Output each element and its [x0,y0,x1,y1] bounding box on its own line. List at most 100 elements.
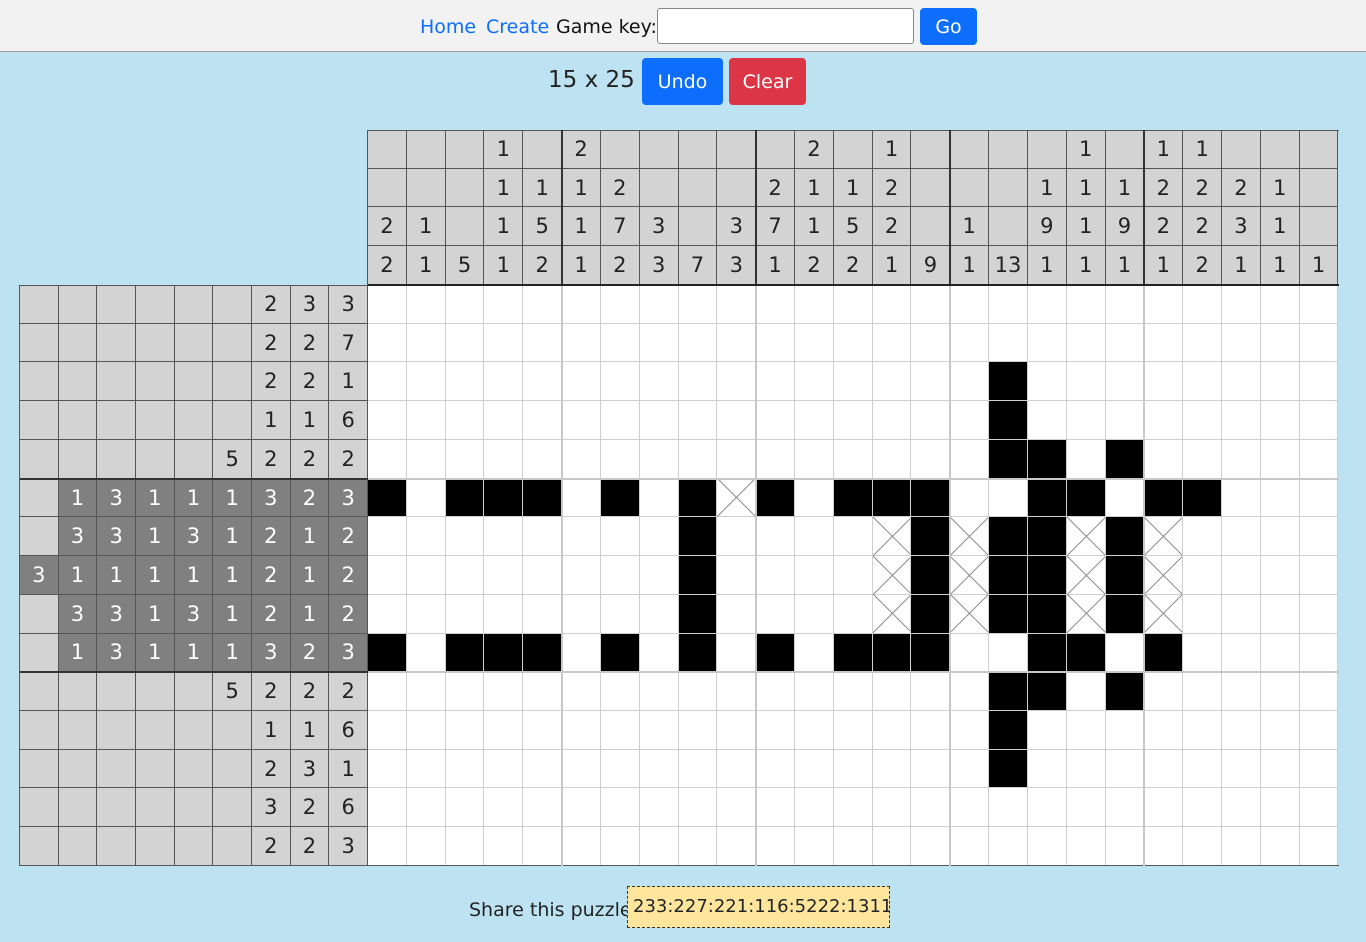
grid-cell-filled[interactable] [989,594,1028,634]
grid-cell-filled[interactable] [833,478,873,518]
row-hint-cell[interactable]: 3 [252,478,291,518]
grid-cell[interactable] [717,827,757,866]
row-hint-cell[interactable] [136,749,175,789]
column-hint-cell[interactable]: 2 [368,207,407,247]
grid-cell[interactable] [1260,323,1300,363]
grid-cell[interactable] [795,517,834,557]
row-hint-cell[interactable] [97,285,136,324]
grid-cell[interactable] [717,556,757,595]
grid-cell[interactable] [1066,788,1106,828]
grid-cell[interactable] [1144,711,1184,750]
column-hint-cell[interactable] [911,168,951,208]
grid-cell[interactable] [406,285,446,324]
grid-cell[interactable] [1260,362,1300,402]
grid-cell-filled[interactable] [523,478,563,518]
grid-cell[interactable] [368,401,407,440]
grid-cell-filled[interactable] [678,633,718,673]
column-hint-cell[interactable]: 1 [1027,168,1067,208]
column-hint-cell[interactable]: 2 [872,207,912,247]
grid-cell[interactable] [1183,323,1223,363]
grid-cell[interactable] [872,711,912,750]
row-hint-cell[interactable]: 1 [174,556,214,595]
grid-cell[interactable] [872,827,912,866]
column-hint-cell[interactable]: 1 [756,246,795,285]
grid-cell[interactable] [406,672,446,712]
grid-cell[interactable] [678,285,718,324]
grid-cell[interactable] [484,711,524,750]
grid-cell[interactable] [406,788,446,828]
grid-cell-filled[interactable] [872,478,912,518]
grid-cell[interactable] [950,711,990,750]
grid-cell[interactable] [1183,401,1223,440]
grid-cell[interactable] [1066,749,1106,789]
row-hint-cell[interactable]: 1 [213,517,252,557]
grid-cell[interactable] [562,439,601,479]
row-hint-cell[interactable] [174,749,214,789]
grid-cell[interactable] [756,788,795,828]
grid-cell[interactable] [1260,478,1300,518]
row-hint-cell[interactable]: 2 [252,672,291,712]
grid-cell[interactable] [639,401,679,440]
grid-cell[interactable] [1260,556,1300,595]
row-hint-cell[interactable] [136,401,175,440]
grid-cell[interactable] [756,672,795,712]
grid-cell[interactable] [833,439,873,479]
grid-cell[interactable] [1183,594,1223,634]
grid-cell[interactable] [562,362,601,402]
grid-cell-crossed[interactable] [1066,516,1106,557]
grid-cell-filled[interactable] [756,633,795,673]
row-hint-cell[interactable] [58,788,98,828]
row-hint-cell[interactable]: 1 [213,633,252,673]
column-hint-cell[interactable]: 1 [1260,207,1300,247]
grid-cell[interactable] [1105,323,1145,363]
grid-cell[interactable] [1260,401,1300,440]
grid-cell[interactable] [950,401,990,440]
grid-cell[interactable] [1299,285,1339,324]
row-hint-cell[interactable]: 5 [213,439,252,479]
row-hint-cell[interactable]: 2 [290,323,330,363]
row-hint-cell[interactable]: 6 [329,401,368,440]
grid-cell[interactable] [756,439,795,479]
grid-cell[interactable] [1222,362,1261,402]
grid-cell[interactable] [678,672,718,712]
column-hint-cell[interactable] [600,130,640,169]
grid-cell[interactable] [523,517,563,557]
grid-cell-filled[interactable] [445,633,485,673]
grid-cell[interactable] [600,749,640,789]
grid-cell[interactable] [1260,788,1300,828]
column-hint-cell[interactable] [368,168,407,208]
grid-cell[interactable] [678,788,718,828]
column-hint-cell[interactable] [717,130,757,169]
row-hint-cell[interactable] [58,285,98,324]
grid-cell-filled[interactable] [1105,556,1145,595]
grid-cell[interactable] [406,556,446,595]
grid-cell-filled[interactable] [989,556,1028,595]
grid-cell[interactable] [833,788,873,828]
grid-cell[interactable] [1066,827,1106,866]
grid-cell[interactable] [950,749,990,789]
grid-cell[interactable] [1299,827,1339,866]
column-hint-cell[interactable]: 2 [1144,207,1184,247]
grid-cell[interactable] [872,749,912,789]
grid-cell[interactable] [406,401,446,440]
grid-cell[interactable] [639,594,679,634]
grid-cell[interactable] [833,285,873,324]
grid-cell-filled[interactable] [1027,556,1067,595]
column-hint-cell[interactable] [1027,130,1067,169]
grid-cell[interactable] [523,285,563,324]
row-hint-cell[interactable]: 3 [290,285,330,324]
grid-cell[interactable] [795,401,834,440]
row-hint-cell[interactable]: 2 [290,827,330,866]
grid-cell[interactable] [600,401,640,440]
column-hint-cell[interactable]: 5 [833,207,873,247]
column-hint-cell[interactable]: 2 [756,168,795,208]
grid-cell[interactable] [368,556,407,595]
row-hint-cell[interactable]: 2 [290,672,330,712]
grid-cell-filled[interactable] [1183,478,1223,518]
grid-cell[interactable] [911,827,951,866]
column-hint-cell[interactable]: 7 [600,207,640,247]
row-hint-cell[interactable] [174,439,214,479]
row-hint-cell[interactable]: 2 [252,362,291,402]
grid-cell[interactable] [368,788,407,828]
grid-cell-filled[interactable] [872,633,912,673]
